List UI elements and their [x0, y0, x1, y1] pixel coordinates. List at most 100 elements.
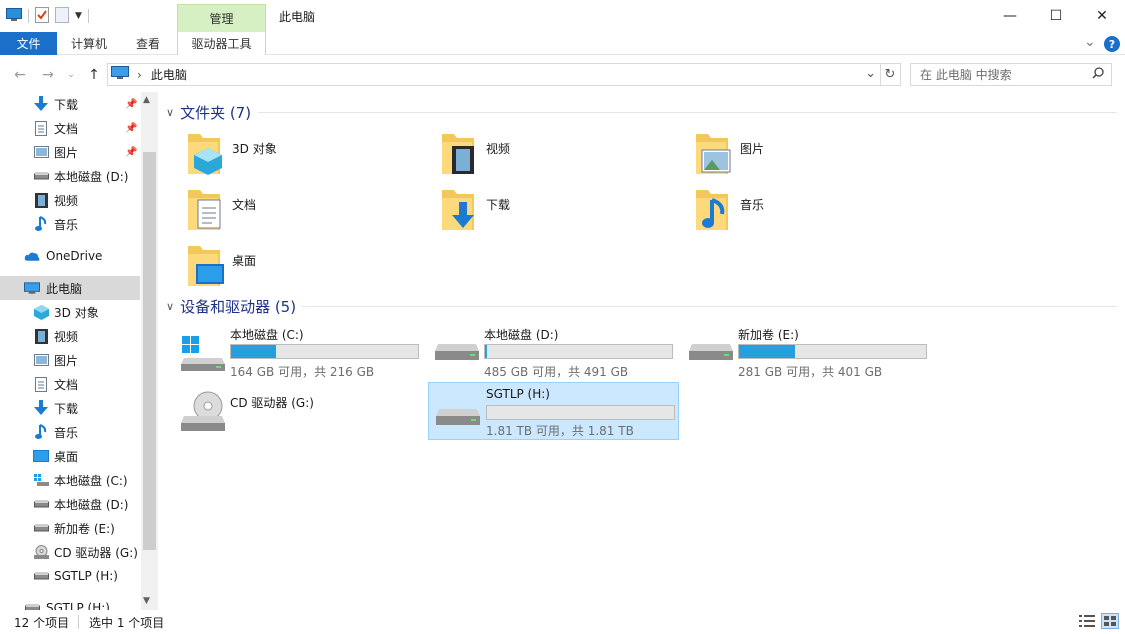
sidebar-item-documents[interactable]: 文档	[0, 372, 140, 396]
drive-usage-bar	[484, 344, 673, 359]
document-folder-icon	[184, 186, 224, 235]
chevron-down-icon: ∨	[166, 299, 175, 313]
search-input[interactable]	[920, 67, 1085, 82]
sidebar-item-label: 此电脑	[46, 281, 83, 296]
drive-h[interactable]: SGTLP (H:) 1.81 TB 可用，共 1.81 TB	[428, 382, 679, 440]
sidebar-item-desktop[interactable]: 桌面	[0, 444, 140, 468]
sidebar-item-label: 新加卷 (E:)	[54, 521, 115, 536]
maximize-button[interactable]: ☐	[1033, 0, 1079, 32]
back-button[interactable]: ←	[10, 64, 30, 86]
up-button[interactable]: ↑	[84, 64, 104, 86]
sidebar-item-cd-drive[interactable]: CD 驱动器 (G:)	[0, 540, 140, 564]
drive-icon	[33, 168, 49, 184]
search-box[interactable]	[910, 63, 1112, 86]
cloud-icon	[24, 248, 40, 264]
recent-locations-button[interactable]: ⌄	[64, 64, 78, 86]
sidebar-item-label: CD 驱动器 (G:)	[54, 545, 138, 560]
drive-icon	[24, 600, 40, 610]
sidebar-item-downloads[interactable]: 下载 📌	[0, 92, 140, 116]
group-divider	[258, 112, 1117, 113]
sidebar-item-onedrive[interactable]: OneDrive	[0, 244, 140, 268]
collapse-ribbon-icon[interactable]: ⌄	[1084, 34, 1096, 50]
details-view-icon[interactable]	[1079, 614, 1095, 631]
minimize-button[interactable]: —	[987, 0, 1033, 32]
chevron-down-icon: ⌄	[67, 70, 75, 80]
sidebar-item-label: 本地磁盘 (D:)	[54, 497, 129, 512]
folder-label: 图片	[740, 142, 765, 156]
drive-icon	[33, 520, 49, 536]
sidebar-item-drive-c[interactable]: 本地磁盘 (C:)	[0, 468, 140, 492]
download-icon	[33, 96, 49, 112]
folder-documents[interactable]: 文档	[184, 186, 384, 240]
large-icons-view-icon[interactable]	[1101, 613, 1119, 629]
drive-usage-bar	[738, 344, 927, 359]
drive-c[interactable]: 本地磁盘 (C:) 164 GB 可用，共 216 GB	[180, 320, 428, 379]
help-icon[interactable]: ?	[1104, 36, 1120, 52]
sidebar-item-drive-h-root[interactable]: SGTLP (H:)	[0, 596, 140, 610]
sidebar-item-music[interactable]: 音乐	[0, 420, 140, 444]
sidebar-item-3d-objects[interactable]: 3D 对象	[0, 300, 140, 324]
video-icon	[33, 192, 49, 208]
sidebar-item-music[interactable]: 音乐	[0, 212, 140, 236]
drive-d[interactable]: 本地磁盘 (D:) 485 GB 可用，共 491 GB	[434, 320, 682, 379]
drives-group-header[interactable]: ∨ 设备和驱动器 (5)	[166, 296, 296, 316]
sidebar-item-documents[interactable]: 文档 📌	[0, 116, 140, 140]
breadcrumb-separator[interactable]: ›	[137, 68, 142, 82]
download-folder-icon	[438, 186, 478, 235]
manage-context-tab[interactable]: 管理	[177, 4, 266, 32]
sidebar-item-drive-d[interactable]: 本地磁盘 (D:)	[0, 164, 140, 188]
sidebar-item-pictures[interactable]: 图片 📌	[0, 140, 140, 164]
tab-file[interactable]: 文件	[0, 32, 57, 55]
sidebar-item-drive-d[interactable]: 本地磁盘 (D:)	[0, 492, 140, 516]
status-bar: 12 个项目 选中 1 个项目	[0, 610, 1125, 634]
folder-desktop[interactable]: 桌面	[184, 242, 384, 296]
picture-icon	[33, 352, 49, 368]
sidebar-item-pictures[interactable]: 图片	[0, 348, 140, 372]
cd-icon	[33, 544, 49, 560]
sidebar-item-videos[interactable]: 视频	[0, 188, 140, 212]
group-title: 设备和驱动器 (5)	[180, 297, 297, 316]
cube-icon	[33, 304, 49, 320]
sidebar-item-label: 图片	[54, 353, 79, 368]
computer-icon[interactable]	[6, 7, 22, 25]
ribbon-tab-row	[0, 32, 1125, 55]
customize-toolbar-icon[interactable]: ▼	[75, 11, 82, 21]
drive-cd-g[interactable]: CD 驱动器 (G:)	[180, 384, 428, 440]
properties-icon[interactable]	[35, 6, 49, 26]
cube-folder-icon	[184, 130, 224, 179]
address-bar[interactable]: › 此电脑 ⌄	[107, 63, 881, 86]
tab-view[interactable]: 查看	[136, 32, 160, 55]
folder-music[interactable]: 音乐	[692, 186, 892, 240]
chevron-down-icon: ∨	[166, 105, 175, 119]
arrow-up-icon: ↑	[88, 67, 100, 83]
search-icon[interactable]	[1092, 67, 1104, 82]
sidebar-scroll-thumb[interactable]	[143, 152, 156, 550]
sidebar-item-drive-e[interactable]: 新加卷 (E:)	[0, 516, 140, 540]
sidebar-item-drive-h[interactable]: SGTLP (H:)	[0, 564, 140, 588]
drive-e[interactable]: 新加卷 (E:) 281 GB 可用，共 401 GB	[688, 320, 936, 379]
forward-button[interactable]: →	[38, 64, 58, 86]
video-icon	[33, 328, 49, 344]
refresh-button[interactable]: ↻	[880, 63, 901, 86]
drive-free-space: 281 GB 可用，共 401 GB	[738, 365, 883, 379]
folder-downloads[interactable]: 下载	[438, 186, 638, 240]
folders-group-header[interactable]: ∨ 文件夹 (7)	[166, 102, 251, 122]
sidebar-item-label: 本地磁盘 (D:)	[54, 169, 129, 184]
folder-videos[interactable]: 视频	[438, 130, 638, 184]
scroll-up-icon[interactable]: ▲	[143, 95, 150, 105]
tab-drive-tools[interactable]: 驱动器工具	[177, 32, 266, 55]
new-folder-icon[interactable]	[55, 6, 69, 26]
sidebar-item-downloads[interactable]: 下载	[0, 396, 140, 420]
close-button[interactable]: ✕	[1079, 0, 1125, 32]
folder-3d-objects[interactable]: 3D 对象	[184, 130, 384, 184]
drive-label: 新加卷 (E:)	[738, 328, 799, 342]
sidebar-item-videos[interactable]: 视频	[0, 324, 140, 348]
pin-icon: 📌	[125, 122, 138, 134]
drive-icon	[33, 568, 49, 584]
sidebar-item-this-pc[interactable]: 此电脑	[0, 276, 140, 300]
folder-pictures[interactable]: 图片	[692, 130, 892, 184]
tab-computer[interactable]: 计算机	[71, 32, 107, 55]
breadcrumb[interactable]: 此电脑	[151, 66, 187, 83]
address-dropdown-icon[interactable]: ⌄	[865, 66, 876, 81]
scroll-down-icon[interactable]: ▼	[143, 596, 150, 606]
